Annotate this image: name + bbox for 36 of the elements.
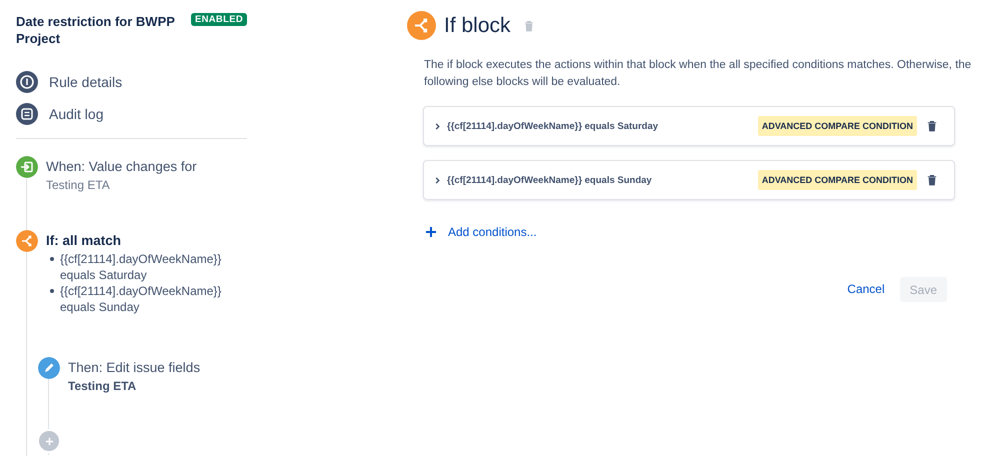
cancel-button[interactable]: Cancel [845, 276, 887, 302]
list-icon [16, 103, 38, 125]
nav-link[interactable]: Rule details [16, 71, 247, 93]
trigger-detail: Testing ETA [46, 178, 111, 192]
bullet-icon [50, 289, 54, 293]
chevron-icon[interactable] [434, 176, 441, 184]
condition-item: {{cf[21114].dayOfWeekName}} equals Sunday [60, 283, 222, 315]
panel-title: If block [444, 14, 511, 38]
panel-description: The if block executes the actions within that block when the all specified conditions matches. Otherwise, the following else blocks will be evaluated. [424, 58, 972, 90]
add-conditions-link[interactable]: Add conditions... [425, 225, 537, 239]
enter-icon [16, 156, 38, 178]
add-conditions-label[interactable]: Add conditions... [448, 225, 537, 239]
branch-icon [407, 11, 436, 40]
condition-type-tag: ADVANCED COMPARE CONDITION [758, 170, 917, 190]
condition-type-tag: ADVANCED COMPARE CONDITION [758, 116, 917, 136]
branch-icon [16, 230, 38, 252]
action-detail: Testing ETA [68, 379, 138, 393]
condition-text: {{cf[21114].dayOfWeekName}} equals Sunday [447, 174, 653, 186]
chevron-icon[interactable] [434, 122, 441, 130]
condition-card[interactable]: {{cf[21114].dayOfWeekName}} equals Saturday ADVANCED COMPARE CONDITION [423, 106, 955, 146]
action-title[interactable]: Then: Edit issue fields [68, 359, 200, 376]
pencil-icon [38, 357, 60, 379]
delete-icon[interactable] [927, 120, 937, 132]
rule-title: Date restriction for BWPP Project [16, 13, 176, 47]
condition-item: {{cf[21114].dayOfWeekName}} equals Saturday [60, 251, 222, 283]
plus-icon [425, 226, 437, 238]
condition-text: {{cf[21114].dayOfWeekName}} equals Saturday [447, 120, 660, 132]
status-lozenge: ENABLED [190, 13, 247, 26]
nav-link[interactable]: Audit log [16, 103, 247, 125]
delete-icon[interactable] [927, 174, 937, 186]
trigger-title[interactable]: When: Value changes for [46, 158, 197, 175]
bullet-icon [50, 257, 54, 261]
plus-icon [44, 436, 54, 446]
condition-card[interactable]: {{cf[21114].dayOfWeekName}} equals Sunday ADVANCED COMPARE CONDITION [423, 160, 955, 200]
condition-title[interactable]: If: all match [46, 232, 250, 249]
info-icon [16, 71, 38, 93]
